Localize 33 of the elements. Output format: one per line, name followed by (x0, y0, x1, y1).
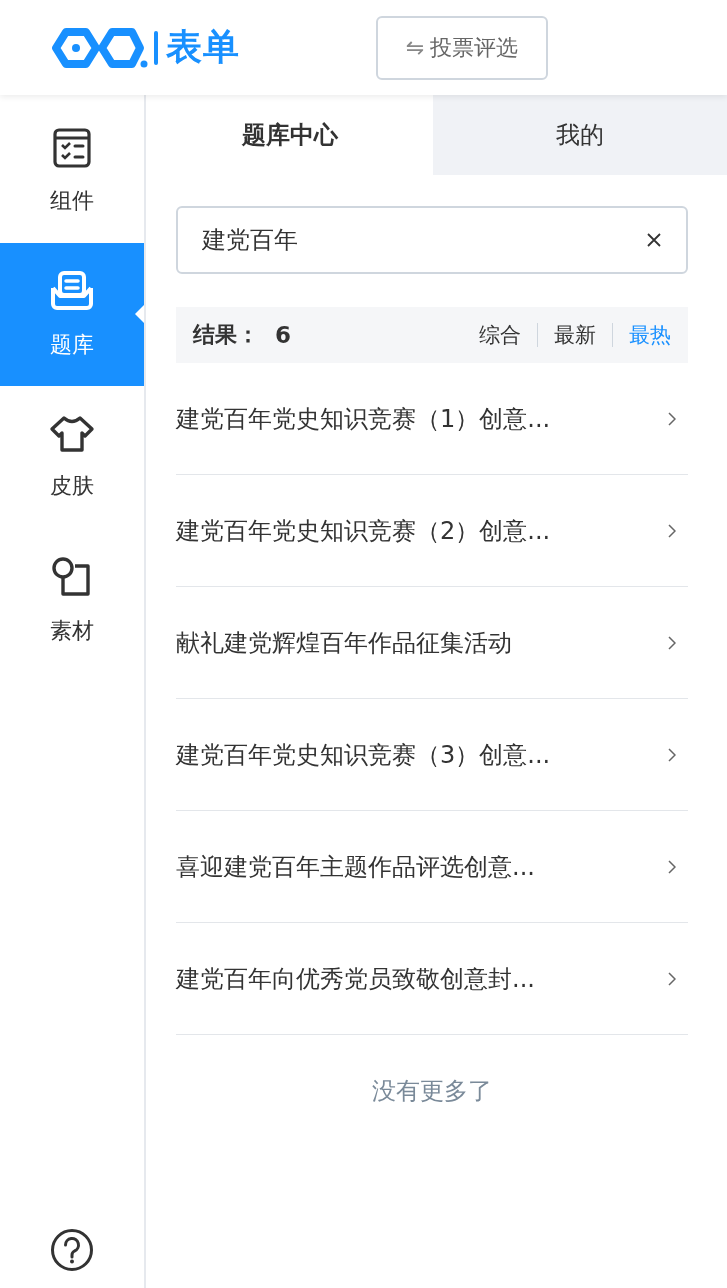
end-of-list-text: 没有更多了 (371, 1076, 493, 1107)
close-icon[interactable] (646, 232, 662, 248)
vote-button[interactable]: ⇋ 投票评选 (376, 15, 548, 80)
logo-icon (52, 25, 148, 70)
sort-option[interactable]: 最新 (554, 321, 596, 349)
result-item[interactable]: 建党百年向优秀党员致敬创意封... (176, 923, 688, 1035)
tab[interactable]: 我的 (433, 95, 727, 175)
logo-text: 表单 (166, 25, 240, 69)
t-shirt-icon (49, 414, 95, 453)
checklist-icon (53, 127, 91, 168)
shapes-icon (51, 555, 93, 598)
sort-option[interactable]: 综合 (479, 321, 521, 349)
chevron-right-icon (668, 971, 676, 986)
chevron-right-icon (668, 411, 676, 426)
chevron-right-icon (668, 635, 676, 650)
result-item[interactable]: 建党百年党史知识竞赛（1）创意... (176, 363, 688, 475)
results-count: 6 (275, 322, 291, 348)
chevron-right-icon (668, 747, 676, 762)
chevron-right-icon (668, 859, 676, 874)
pointer-icon (135, 305, 144, 323)
chevron-right-icon (668, 523, 676, 538)
sidebar-item[interactable]: 素材 (0, 529, 144, 672)
inbox-icon (49, 269, 95, 312)
search-field[interactable]: 建党百年 (176, 206, 688, 274)
result-item[interactable]: 献礼建党辉煌百年作品征集活动 (176, 587, 688, 699)
logo-divider (154, 30, 158, 65)
sidebar-item[interactable]: 组件 (0, 100, 144, 243)
results-label: 结果： (193, 321, 259, 349)
result-item[interactable]: 建党百年党史知识竞赛（2）创意... (176, 475, 688, 587)
result-item[interactable]: 建党百年党史知识竞赛（3）创意... (176, 699, 688, 811)
result-item[interactable]: 喜迎建党百年主题作品评选创意... (176, 811, 688, 923)
help-icon[interactable] (50, 1228, 94, 1272)
sidebar-item[interactable]: 皮肤 (0, 386, 144, 529)
